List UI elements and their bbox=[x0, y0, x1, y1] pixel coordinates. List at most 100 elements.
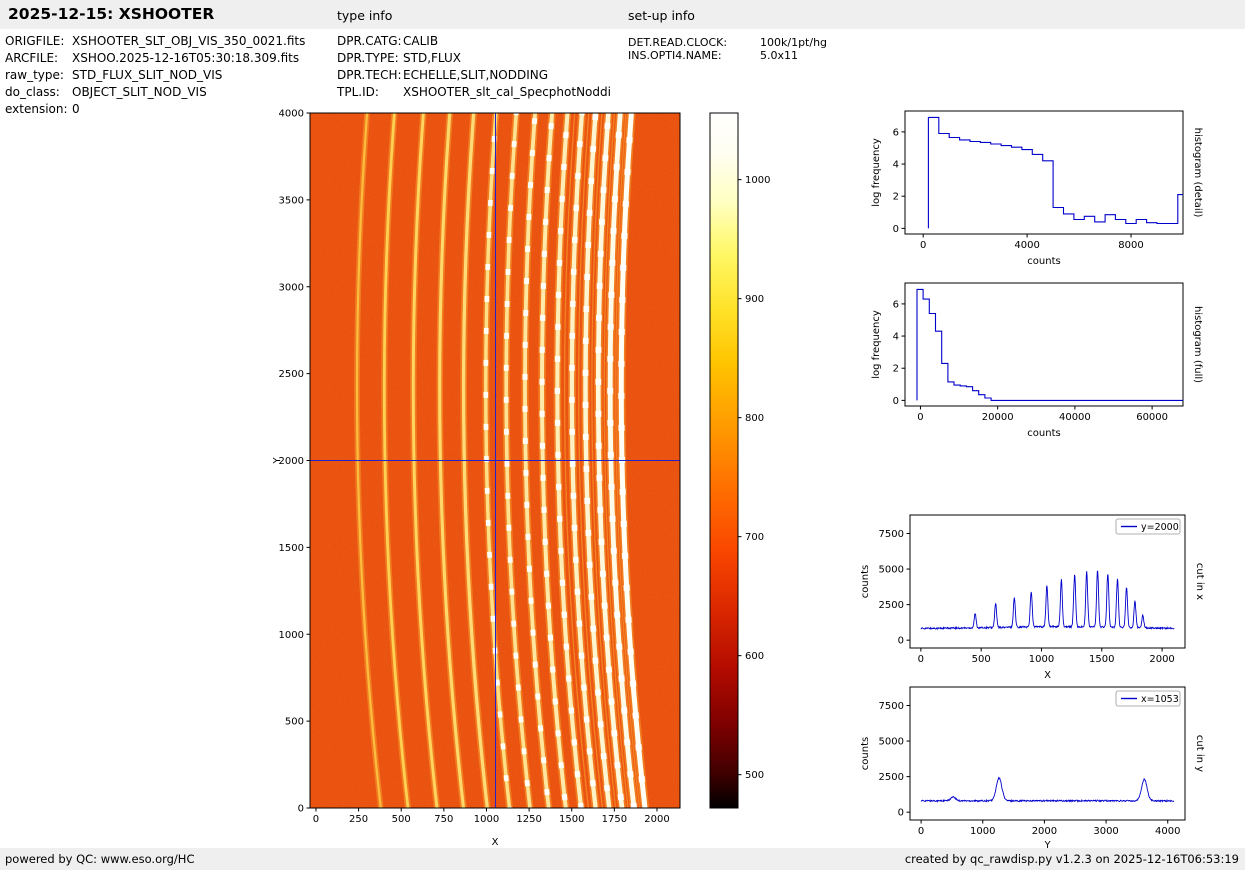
hist-full-series bbox=[916, 288, 1183, 401]
meta-value: ECHELLE,SLIT,NODDING bbox=[403, 68, 549, 82]
svg-text:0: 0 bbox=[893, 396, 899, 407]
svg-text:500: 500 bbox=[392, 814, 411, 825]
svg-text:X: X bbox=[492, 837, 499, 848]
svg-text:2000: 2000 bbox=[1032, 826, 1057, 837]
svg-text:0: 0 bbox=[898, 808, 904, 819]
svg-text:0: 0 bbox=[918, 654, 924, 665]
svg-text:histogram (full): histogram (full) bbox=[1192, 306, 1203, 383]
meta-label: DPR.TECH: bbox=[337, 68, 402, 82]
svg-text:4000: 4000 bbox=[279, 109, 304, 120]
svg-text:1000: 1000 bbox=[1029, 654, 1054, 665]
meta-row: INS.OPTI4.NAME: 5.0x11 bbox=[628, 49, 827, 62]
svg-text:y=2000: y=2000 bbox=[1141, 522, 1179, 533]
svg-text:6: 6 bbox=[893, 299, 899, 310]
svg-text:1500: 1500 bbox=[559, 814, 584, 825]
svg-text:4000: 4000 bbox=[1155, 826, 1180, 837]
svg-text:3500: 3500 bbox=[279, 195, 304, 206]
svg-text:X: X bbox=[1044, 670, 1051, 681]
chart-hist-detail: 0 4000 8000 0 2 4 6 counts log frequency histogra… bbox=[871, 110, 1203, 267]
svg-text:1750: 1750 bbox=[602, 814, 627, 825]
meta-row: DET.READ.CLOCK: 100k/1pt/hg bbox=[628, 36, 827, 49]
meta-value: CALIB bbox=[403, 34, 439, 48]
svg-text:1000: 1000 bbox=[279, 630, 304, 641]
svg-text:0: 0 bbox=[893, 224, 899, 235]
meta-row: DPR.TECH: ECHELLE,SLIT,NODDING bbox=[337, 68, 611, 85]
svg-text:counts: counts bbox=[1027, 256, 1060, 267]
svg-text:8000: 8000 bbox=[1118, 240, 1143, 251]
svg-text:20000: 20000 bbox=[982, 412, 1014, 423]
svg-text:1250: 1250 bbox=[516, 814, 541, 825]
meta-label: DPR.TYPE: bbox=[337, 51, 399, 65]
cut-y-legend: x=1053 bbox=[1115, 690, 1181, 707]
svg-text:0: 0 bbox=[313, 814, 319, 825]
chart-hist-full: 0 20000 40000 60000 0 2 4 6 counts log frequency h… bbox=[871, 282, 1203, 439]
footer-bar: powered by QC: www.eso.org/HC created by… bbox=[0, 848, 1245, 870]
cut-y-series bbox=[920, 776, 1175, 803]
svg-text:4: 4 bbox=[893, 160, 899, 171]
svg-text:cut in x: cut in x bbox=[1194, 563, 1205, 600]
meta-row: DPR.CATG: CALIB bbox=[337, 34, 611, 51]
svg-text:4: 4 bbox=[893, 332, 899, 343]
svg-text:Y: Y bbox=[272, 457, 283, 465]
svg-text:1500: 1500 bbox=[279, 543, 304, 554]
svg-text:7500: 7500 bbox=[879, 529, 904, 540]
meta-row: raw_type: STD_FLUX_SLIT_NOD_VIS bbox=[5, 68, 305, 85]
svg-text:3000: 3000 bbox=[1093, 826, 1118, 837]
svg-text:log frequency: log frequency bbox=[871, 138, 882, 207]
meta-value: 100k/1pt/hg bbox=[760, 36, 828, 49]
svg-text:2000: 2000 bbox=[1149, 654, 1174, 665]
chart-cut-y: 0 1000 2000 3000 40000250050007500Ycounts cut… bbox=[860, 686, 1205, 850]
footer-created-by: created by qc_rawdisp.py v1.2.3 on 2025-… bbox=[904, 852, 1239, 866]
svg-text:6: 6 bbox=[893, 127, 899, 138]
meta-label: DET.READ.CLOCK: bbox=[628, 36, 728, 49]
svg-text:1000: 1000 bbox=[474, 814, 499, 825]
svg-text:2500: 2500 bbox=[879, 772, 904, 783]
chart-cut-x: 0 500 1000 1500 2000 0 2500 5000 7500 Xcounts cut … bbox=[860, 514, 1205, 681]
svg-text:counts: counts bbox=[860, 737, 871, 770]
svg-text:700: 700 bbox=[745, 532, 764, 543]
meta-row: ORIGFILE: XSHOOTER_SLT_OBJ_VIS_350_0021.f… bbox=[5, 34, 305, 51]
meta-row: ARCFILE: XSHOO.2025-12-16T05:30:18.309.fi… bbox=[5, 51, 305, 68]
svg-text:600: 600 bbox=[745, 651, 764, 662]
svg-text:40000: 40000 bbox=[1059, 412, 1091, 423]
meta-value: STD_FLUX_SLIT_NOD_VIS bbox=[72, 68, 223, 82]
svg-text:x=1053: x=1053 bbox=[1141, 694, 1179, 705]
type-info-heading: type info bbox=[337, 8, 393, 23]
svg-text:1500: 1500 bbox=[1089, 654, 1114, 665]
svg-text:3000: 3000 bbox=[279, 282, 304, 293]
svg-text:2: 2 bbox=[893, 192, 899, 203]
svg-text:1000: 1000 bbox=[745, 175, 770, 186]
meta-value: XSHOOTER_SLT_OBJ_VIS_350_0021.fits bbox=[72, 34, 306, 48]
svg-text:7500: 7500 bbox=[879, 701, 904, 712]
svg-text:5000: 5000 bbox=[879, 737, 904, 748]
svg-text:cut in y: cut in y bbox=[1194, 735, 1205, 772]
cut-x-legend: y=2000 bbox=[1115, 518, 1181, 535]
chart-main-image: 0 250 500 750 1000 1250 1500 1750 2000 0 500 1000 15… bbox=[272, 109, 681, 848]
setup-info-heading: set-up info bbox=[628, 8, 695, 23]
svg-text:0: 0 bbox=[920, 240, 926, 251]
footer-powered-by: powered by QC: www.eso.org/HC bbox=[5, 852, 195, 866]
page-title: 2025-12-15: XSHOOTER bbox=[8, 5, 215, 23]
meta-value: XSHOO.2025-12-16T05:30:18.309.fits bbox=[72, 51, 300, 65]
svg-text:2: 2 bbox=[893, 364, 899, 375]
svg-text:500: 500 bbox=[285, 717, 304, 728]
svg-text:counts: counts bbox=[1027, 428, 1060, 439]
svg-text:500: 500 bbox=[745, 770, 764, 781]
svg-text:1000: 1000 bbox=[970, 826, 995, 837]
chart-colorbar: 500 600 700 800 900 1000 bbox=[709, 112, 770, 809]
svg-text:histogram (detail): histogram (detail) bbox=[1192, 128, 1203, 218]
meta-label: ARCFILE: bbox=[5, 51, 59, 65]
hist-detail-series bbox=[927, 116, 1183, 229]
meta-label: ORIGFILE: bbox=[5, 34, 65, 48]
figure-canvas: 0 250 500 750 1000 1250 1500 1750 20000500100015… bbox=[272, 109, 1205, 851]
meta-row: DPR.TYPE: STD,FLUX bbox=[337, 51, 611, 68]
svg-text:0: 0 bbox=[898, 636, 904, 647]
svg-text:0: 0 bbox=[918, 826, 924, 837]
svg-text:250: 250 bbox=[349, 814, 368, 825]
svg-text:800: 800 bbox=[745, 413, 764, 424]
svg-text:2000: 2000 bbox=[644, 814, 669, 825]
svg-text:500: 500 bbox=[972, 654, 991, 665]
header-bar: 2025-12-15: XSHOOTER type info set-up in… bbox=[0, 0, 1245, 29]
svg-text:750: 750 bbox=[434, 814, 453, 825]
svg-text:log frequency: log frequency bbox=[871, 310, 882, 379]
